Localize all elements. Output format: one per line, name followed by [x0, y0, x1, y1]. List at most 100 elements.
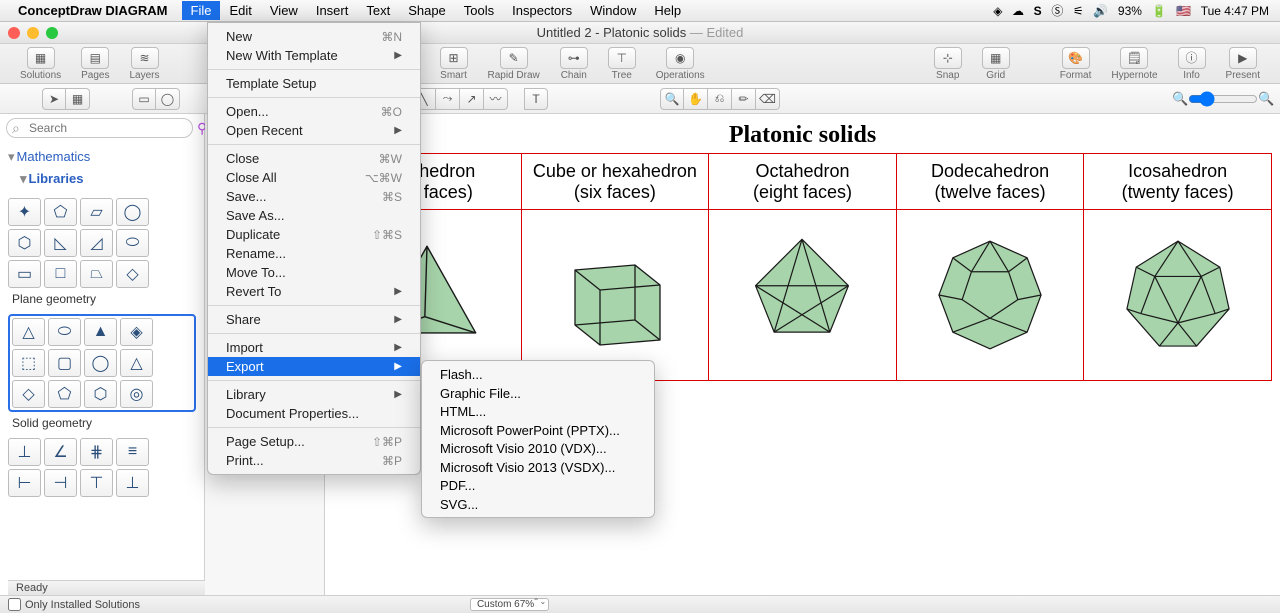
shape-box[interactable]: ▢	[48, 349, 81, 377]
present-button[interactable]: ▶	[1229, 47, 1257, 69]
shape-parallelogram[interactable]: ▱	[80, 198, 113, 226]
rect-shape[interactable]: ▭	[132, 88, 156, 110]
pointer-tool[interactable]: ➤	[42, 88, 66, 110]
cloud-icon[interactable]: ☁	[1012, 4, 1024, 18]
export-flash-[interactable]: Flash...	[422, 365, 654, 384]
tree-mathematics[interactable]: ▾Mathematics	[8, 146, 196, 168]
chain-button[interactable]: ⊶	[560, 47, 588, 69]
menu-tools[interactable]: Tools	[455, 1, 503, 20]
export-graphic-file-[interactable]: Graphic File...	[422, 384, 654, 403]
menuitem-library[interactable]: Library▶	[208, 385, 420, 404]
zoom-button[interactable]	[46, 27, 58, 39]
menu-edit[interactable]: Edit	[220, 1, 260, 20]
shape-rhombus[interactable]: ◇	[116, 260, 149, 288]
rapiddraw-button[interactable]: ✎	[500, 47, 528, 69]
info-button[interactable]: ⓘ	[1178, 47, 1206, 69]
arrow-tool[interactable]: ↗	[460, 88, 484, 110]
shape-pyramid[interactable]: ▲	[84, 318, 117, 346]
clock[interactable]: Tue 4:47 PM	[1201, 4, 1269, 18]
pen-tool[interactable]: ✏	[732, 88, 756, 110]
menuitem-rename-[interactable]: Rename...	[208, 244, 420, 263]
menuitem-import[interactable]: Import▶	[208, 338, 420, 357]
menu-view[interactable]: View	[261, 1, 307, 20]
only-installed-checkbox[interactable]	[8, 598, 21, 611]
export-html-[interactable]: HTML...	[422, 402, 654, 421]
shape-dodeca[interactable]: ⬠	[48, 380, 81, 408]
menuitem-print-[interactable]: Print...⌘P	[208, 451, 420, 470]
eraser-tool[interactable]: ⌫	[756, 88, 780, 110]
tree-libraries[interactable]: ▾Libraries	[8, 168, 196, 190]
shape-cylinder[interactable]: ⬭	[48, 318, 81, 346]
menuitem-template-setup[interactable]: Template Setup	[208, 74, 420, 93]
menu-file[interactable]: File	[182, 1, 221, 20]
menu-window[interactable]: Window	[581, 1, 645, 20]
shape-m1[interactable]: ⊥	[8, 438, 41, 466]
menuitem-revert-to[interactable]: Revert To▶	[208, 282, 420, 301]
export-pdf-[interactable]: PDF...	[422, 476, 654, 495]
zoom-selector[interactable]: Custom 67%	[470, 598, 549, 611]
menuitem-new[interactable]: New⌘N	[208, 27, 420, 46]
shape-cube[interactable]: ⬚	[12, 349, 45, 377]
menuitem-new-with-template[interactable]: New With Template▶	[208, 46, 420, 65]
shape-triangle[interactable]: ◺	[44, 229, 77, 257]
export-microsoft-powerpoint-pptx-[interactable]: Microsoft PowerPoint (PPTX)...	[422, 421, 654, 440]
solutions-button[interactable]: ▦	[27, 47, 55, 69]
eyedropper-tool[interactable]: ⎌	[708, 88, 732, 110]
operations-button[interactable]: ◉	[666, 47, 694, 69]
snap-button[interactable]: ⊹	[934, 47, 962, 69]
menu-help[interactable]: Help	[645, 1, 690, 20]
ellipse-shape[interactable]: ◯	[156, 88, 180, 110]
shape-hexagon[interactable]: ⬡	[8, 229, 41, 257]
menu-shape[interactable]: Shape	[399, 1, 455, 20]
pages-button[interactable]: ▤	[81, 47, 109, 69]
shape-torus[interactable]: ◎	[120, 380, 153, 408]
shape-ellipse2[interactable]: ⬭	[116, 229, 149, 257]
menu-text[interactable]: Text	[357, 1, 399, 20]
s-icon[interactable]: S	[1034, 4, 1042, 18]
tree-button[interactable]: ⊤	[608, 47, 636, 69]
smart-button[interactable]: ⊞	[440, 47, 468, 69]
menuitem-close[interactable]: Close⌘W	[208, 149, 420, 168]
grid-button[interactable]: ▦	[982, 47, 1010, 69]
menuitem-save-[interactable]: Save...⌘S	[208, 187, 420, 206]
skype-icon[interactable]: Ⓢ	[1051, 4, 1063, 18]
menuitem-page-setup-[interactable]: Page Setup...⇧⌘P	[208, 432, 420, 451]
octahedron-shape[interactable]	[737, 230, 867, 360]
diamond-icon[interactable]: ◈	[993, 4, 1002, 18]
shape-rect[interactable]: ▭	[8, 260, 41, 288]
icosahedron-shape[interactable]	[1113, 230, 1243, 360]
curve-tool[interactable]: 〰	[484, 88, 508, 110]
menuitem-share[interactable]: Share▶	[208, 310, 420, 329]
menuitem-close-all[interactable]: Close All⌥⌘W	[208, 168, 420, 187]
search-input[interactable]	[6, 118, 193, 138]
shape-sphere[interactable]: ◯	[84, 349, 117, 377]
shape-prism[interactable]: ◈	[120, 318, 153, 346]
shape-octa[interactable]: ◇	[12, 380, 45, 408]
wifi-icon[interactable]: ⚟	[1073, 4, 1084, 18]
shape-icosa[interactable]: ⬡	[84, 380, 117, 408]
close-button[interactable]	[8, 27, 20, 39]
shape-m5[interactable]: ⊢	[8, 469, 41, 497]
shape-m4[interactable]: ≡	[116, 438, 149, 466]
shape-circle[interactable]: ◯	[116, 198, 149, 226]
menuitem-document-properties-[interactable]: Document Properties...	[208, 404, 420, 423]
shape-cone[interactable]: △	[12, 318, 45, 346]
menu-inspectors[interactable]: Inspectors	[503, 1, 581, 20]
shape-m3[interactable]: ⋕	[80, 438, 113, 466]
menuitem-duplicate[interactable]: Duplicate⇧⌘S	[208, 225, 420, 244]
hand-tool[interactable]: ✋	[684, 88, 708, 110]
text-tool[interactable]: T	[524, 88, 548, 110]
battery-icon[interactable]: 🔋	[1152, 4, 1167, 18]
shape-rtriangle[interactable]: ◿	[80, 229, 113, 257]
hypernote-button[interactable]: 🗒	[1120, 47, 1148, 69]
flag-icon[interactable]: 🇺🇸	[1176, 4, 1191, 18]
shape-m2[interactable]: ∠	[44, 438, 77, 466]
dodecahedron-shape[interactable]	[925, 230, 1055, 360]
menuitem-move-to-[interactable]: Move To...	[208, 263, 420, 282]
shape-m8[interactable]: ⊥	[116, 469, 149, 497]
marquee-tool[interactable]: ▦	[66, 88, 90, 110]
shape-pentagon[interactable]: ⬠	[44, 198, 77, 226]
menuitem-open-[interactable]: Open...⌘O	[208, 102, 420, 121]
export-svg-[interactable]: SVG...	[422, 495, 654, 514]
format-button[interactable]: 🎨	[1062, 47, 1090, 69]
